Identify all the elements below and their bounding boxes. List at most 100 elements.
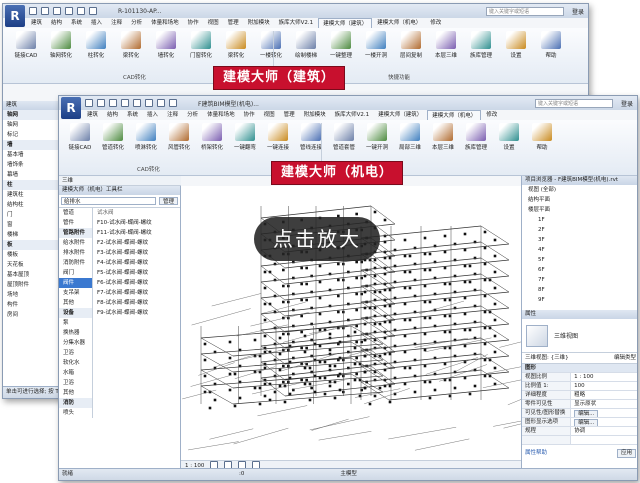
left-panel-item[interactable]: 楼板 — [3, 250, 58, 260]
family-item[interactable]: F5-试水阀-蝶阀-螺纹 — [93, 268, 180, 278]
text-icon[interactable] — [157, 99, 165, 107]
ribbon-button-13[interactable]: 设置 — [494, 123, 524, 151]
family-item[interactable]: F3-试水阀-蝶阀-螺纹 — [93, 248, 180, 258]
tab-5[interactable]: 分析 — [183, 110, 202, 120]
category-item[interactable]: 喷头 — [59, 408, 92, 418]
search-input[interactable]: 键入关键字或短语 — [534, 98, 613, 108]
tree-node[interactable]: 6F — [522, 265, 637, 275]
tab-6[interactable]: 体量和场地 — [203, 110, 239, 120]
left-panel-item[interactable]: 轴网 — [3, 110, 58, 120]
tab-13[interactable]: 建模大师（机电） — [427, 110, 482, 120]
category-item[interactable]: 设备 — [59, 308, 92, 318]
tree-node[interactable]: 结构平面 — [522, 195, 637, 205]
left-panel-item[interactable]: 轴网 — [3, 120, 58, 130]
discipline-dropdown[interactable]: 给排水 — [61, 197, 156, 205]
ribbon-button-11[interactable]: 层间复制 — [396, 31, 426, 59]
ribbon-button-6[interactable]: 一键连接 — [263, 123, 293, 151]
category-item[interactable]: 阀门 — [59, 268, 92, 278]
tab-14[interactable]: 修改 — [426, 18, 445, 28]
property-value[interactable]: 编辑... — [571, 418, 637, 426]
ribbon-button-14[interactable]: 设置 — [501, 31, 531, 59]
property-value[interactable]: 编辑... — [571, 409, 637, 417]
tab-8[interactable]: 视图 — [204, 18, 223, 28]
category-item[interactable]: 管件 — [59, 218, 92, 228]
zoom-overlay-button[interactable]: 点击放大 — [254, 217, 380, 261]
tab-7[interactable]: 协作 — [184, 18, 203, 28]
left-panel-item[interactable]: 楼梯 — [3, 230, 58, 240]
ribbon-button-4[interactable]: 桥架转化 — [197, 123, 227, 151]
ribbon-button-12[interactable]: 本层三维 — [431, 31, 461, 59]
tab-3[interactable]: 插入 — [143, 110, 162, 120]
category-item[interactable]: 其他 — [59, 388, 92, 398]
left-panel-item[interactable]: 窗 — [3, 220, 58, 230]
tab-6[interactable]: 体量和场地 — [147, 18, 183, 28]
left-panel-item[interactable]: 墙饰条 — [3, 160, 58, 170]
3d-view-icon[interactable] — [169, 99, 177, 107]
family-item[interactable]: F7-试水阀-蝶阀-螺纹 — [93, 288, 180, 298]
tab-2[interactable]: 系统 — [67, 18, 86, 28]
ribbon-button-4[interactable]: 墙转化 — [151, 31, 181, 59]
category-item[interactable]: 管路附件 — [59, 228, 92, 238]
family-item[interactable]: F2-试水阀-蝶阀-螺纹 — [93, 238, 180, 248]
measure-icon[interactable] — [145, 99, 153, 107]
left-panel-item[interactable]: 构件 — [3, 300, 58, 310]
ribbon-button-11[interactable]: 本层三维 — [428, 123, 458, 151]
category-item[interactable]: 泵 — [59, 318, 92, 328]
tree-node[interactable]: 1F — [522, 215, 637, 225]
tree-node[interactable]: 4F — [522, 245, 637, 255]
category-item[interactable]: 卫浴 — [59, 348, 92, 358]
category-item[interactable]: 阀件 — [59, 278, 92, 288]
category-item[interactable]: 排水附件 — [59, 248, 92, 258]
tab-9[interactable]: 管理 — [280, 110, 299, 120]
view-instance-dropdown[interactable]: 三维视图: {三维} — [522, 353, 611, 363]
tree-node[interactable]: 9F — [522, 295, 637, 305]
category-item[interactable]: 换热器 — [59, 328, 92, 338]
manage-button[interactable]: 管理 — [158, 197, 178, 205]
tab-8[interactable]: 视图 — [260, 110, 279, 120]
ribbon-button-7[interactable]: 一楼转化 — [256, 31, 286, 59]
ribbon-button-0[interactable]: 链接CAD — [11, 31, 41, 59]
apply-button[interactable]: 应用 — [616, 449, 636, 458]
category-item[interactable]: 水箱 — [59, 368, 92, 378]
family-item[interactable]: F8-试水阀-蝶阀-螺纹 — [93, 298, 180, 308]
tab-1[interactable]: 结构 — [103, 110, 122, 120]
left-panel-item[interactable]: 结构柱 — [3, 200, 58, 210]
family-item[interactable]: F10-试水阀-蝶阀-螺纹 — [93, 218, 180, 228]
category-item[interactable]: 消防附件 — [59, 258, 92, 268]
tree-node[interactable]: 8F — [522, 285, 637, 295]
open-icon[interactable] — [85, 99, 93, 107]
left-panel-item[interactable]: 幕墙 — [3, 170, 58, 180]
property-value[interactable]: 100 — [571, 382, 637, 390]
undo-icon[interactable] — [53, 7, 61, 15]
left-panel-item[interactable]: 门 — [3, 210, 58, 220]
ribbon-button-15[interactable]: 帮助 — [536, 31, 566, 59]
ribbon-button-3[interactable]: 梁转化 — [116, 31, 146, 59]
login-link[interactable]: 登录 — [568, 7, 588, 16]
ribbon-button-3[interactable]: 风管转化 — [164, 123, 194, 151]
tab-10[interactable]: 附加模块 — [244, 18, 274, 28]
left-panel-item[interactable]: 柱 — [3, 180, 58, 190]
category-item[interactable]: 卫浴 — [59, 378, 92, 388]
tab-13[interactable]: 建模大师（机电） — [373, 18, 425, 28]
ribbon-button-13[interactable]: 族库管理 — [466, 31, 496, 59]
left-panel-item[interactable]: 墙 — [3, 140, 58, 150]
property-value[interactable] — [571, 436, 637, 444]
redo-icon[interactable] — [65, 7, 73, 15]
category-item[interactable]: 分集水器 — [59, 338, 92, 348]
ribbon-button-5[interactable]: 门窗转化 — [186, 31, 216, 59]
redo-icon[interactable] — [121, 99, 129, 107]
tab-11[interactable]: 族库大师V2.1 — [331, 110, 374, 120]
tab-4[interactable]: 注释 — [163, 110, 182, 120]
open-icon[interactable] — [29, 7, 37, 15]
edit-type-button[interactable]: 编辑类型 — [611, 353, 637, 363]
left-panel-item[interactable]: 板 — [3, 240, 58, 250]
tab-1[interactable]: 结构 — [47, 18, 66, 28]
family-item[interactable]: F4-试水阀-蝶阀-螺纹 — [93, 258, 180, 268]
search-input[interactable]: 键入关键字或短语 — [485, 6, 564, 16]
ribbon-button-10[interactable]: 一楼开洞 — [361, 31, 391, 59]
tab-10[interactable]: 附加模块 — [300, 110, 330, 120]
properties-help-link[interactable]: 属性帮助 — [525, 448, 547, 458]
tab-11[interactable]: 族库大师V2.1 — [275, 18, 318, 28]
tree-node[interactable]: 2F — [522, 225, 637, 235]
category-item[interactable]: 给水附件 — [59, 238, 92, 248]
